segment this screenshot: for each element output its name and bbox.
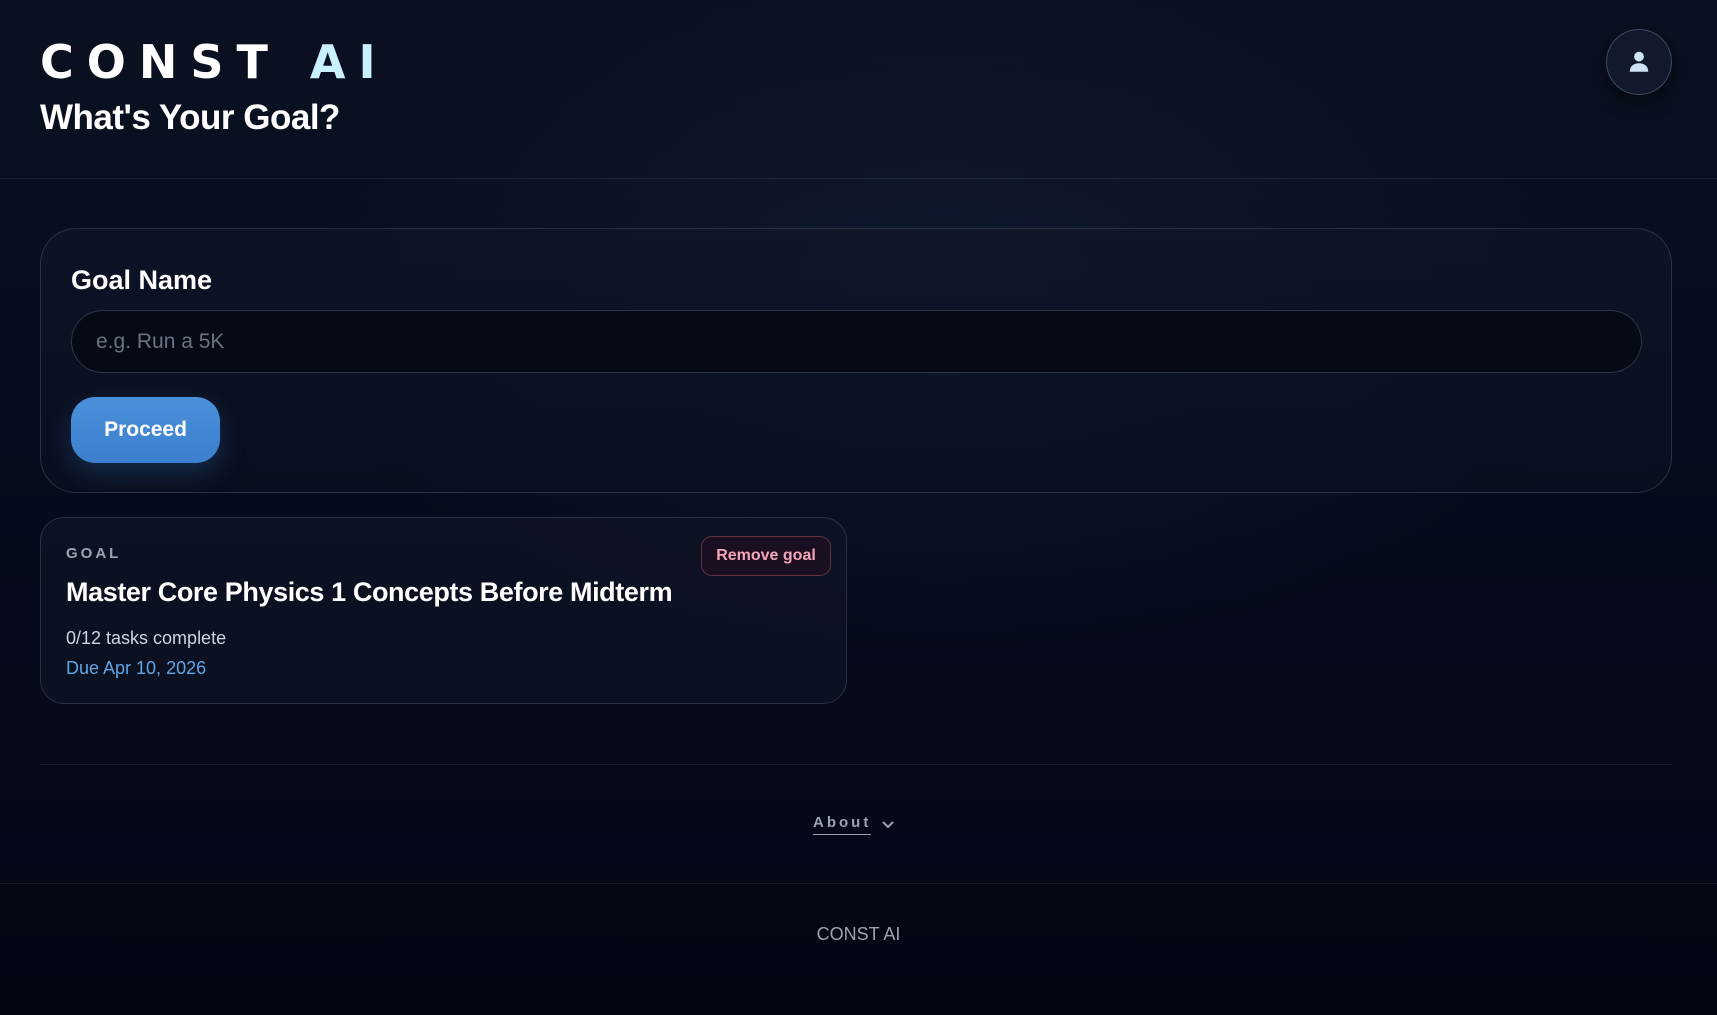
- brand-logo: CONST AI: [40, 34, 389, 90]
- about-label: About: [813, 814, 872, 835]
- about-toggle[interactable]: About: [813, 814, 895, 835]
- section-divider: [40, 764, 1672, 765]
- page-footer: CONST AI: [0, 883, 1717, 1015]
- profile-button[interactable]: [1606, 29, 1672, 95]
- goal-title: Master Core Physics 1 Concepts Before Mi…: [66, 577, 673, 607]
- goal-card[interactable]: GOAL Remove goal Master Core Physics 1 C…: [40, 517, 847, 704]
- goal-name-label: Goal Name: [71, 265, 213, 295]
- goal-kicker: GOAL: [66, 545, 122, 562]
- goal-name-input[interactable]: [71, 310, 1642, 373]
- chevron-down-icon: [882, 821, 894, 828]
- proceed-button[interactable]: Proceed: [71, 397, 220, 463]
- goal-progress: 0/12 tasks complete: [66, 628, 227, 648]
- user-icon: [1629, 51, 1649, 72]
- remove-goal-button[interactable]: Remove goal: [701, 536, 831, 576]
- brand-word-ai: AI: [309, 35, 389, 89]
- page-title: What's Your Goal?: [40, 98, 340, 137]
- goal-form-panel: Goal Name Proceed: [40, 228, 1672, 493]
- brand-word-const: CONST: [40, 35, 281, 89]
- footer-brand: CONST AI: [816, 924, 901, 944]
- goal-due-date: Due Apr 10, 2026: [66, 658, 207, 678]
- app-header: CONST AI What's Your Goal?: [0, 0, 1717, 179]
